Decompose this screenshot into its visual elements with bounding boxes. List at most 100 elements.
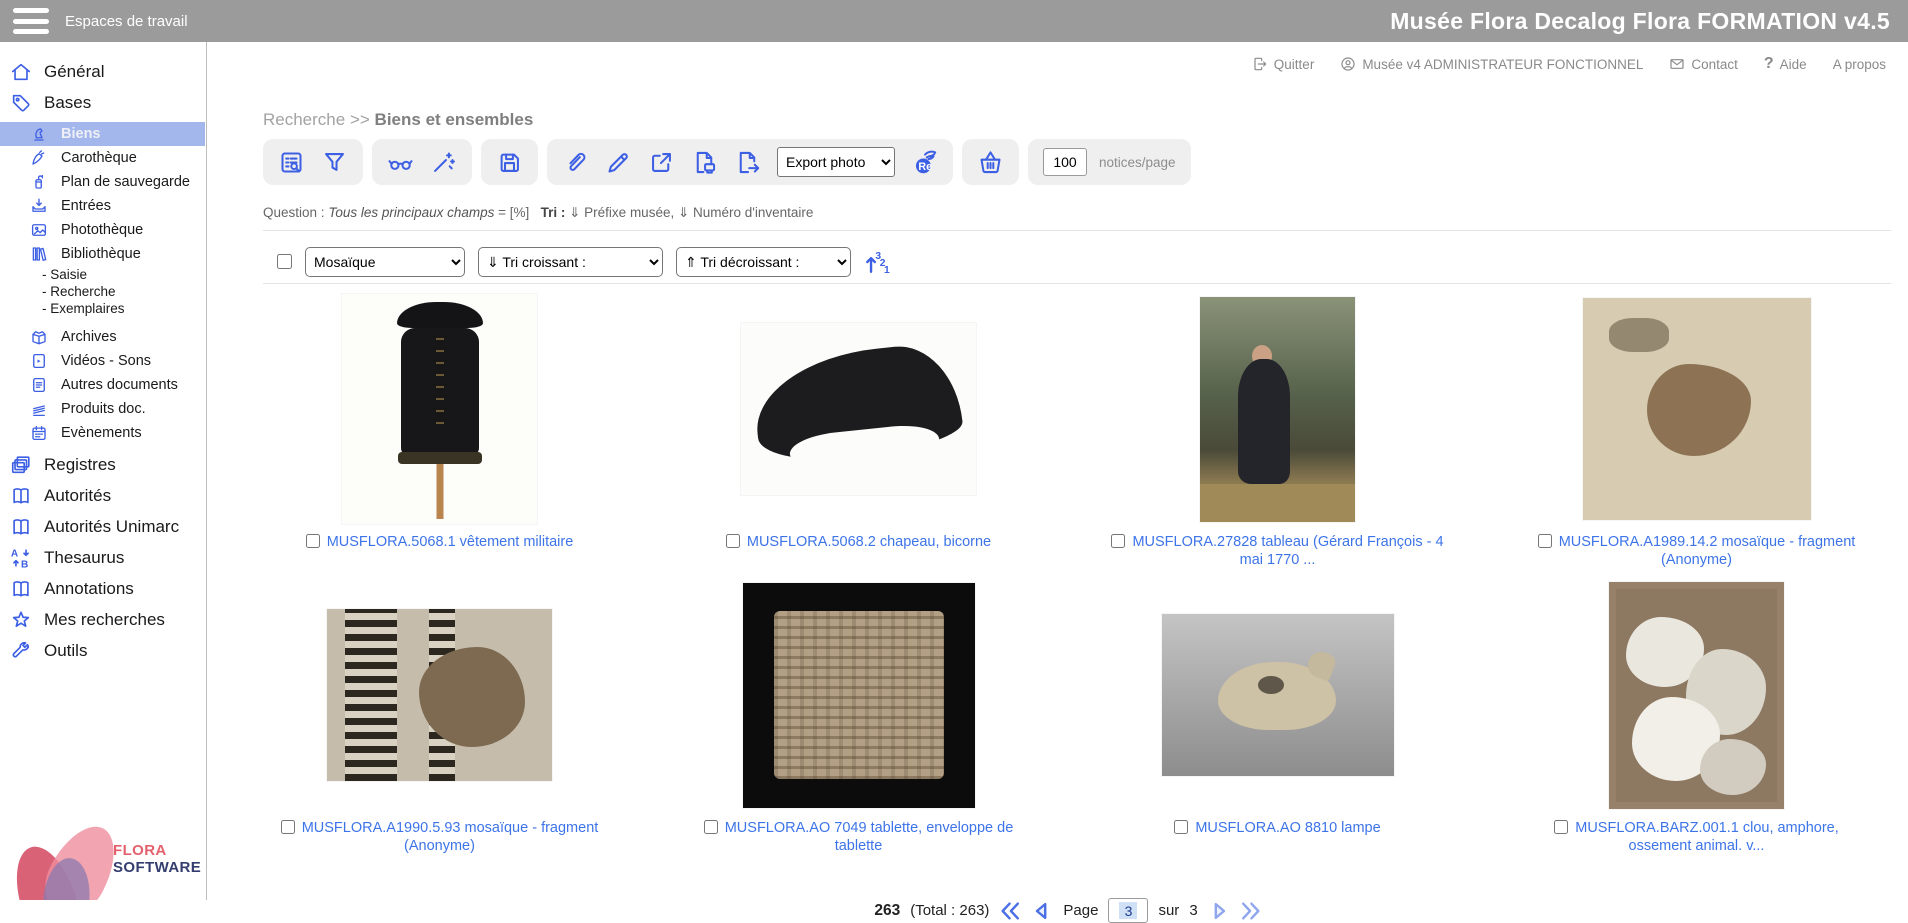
sidebar-item-bibliotheque[interactable]: Bibliothèque <box>0 242 206 266</box>
save-button[interactable] <box>496 149 523 176</box>
item-link[interactable]: MUSFLORA.5068.2 chapeau, bicorne <box>747 534 991 550</box>
sort-descending-select[interactable]: ⇑ Tri décroissant : <box>676 247 851 277</box>
display-list-search-button[interactable] <box>278 149 305 176</box>
item-caption: MUSFLORA.5068.1 vêtement militaire <box>306 533 574 551</box>
item-checkbox[interactable] <box>306 534 320 548</box>
page-of-label: sur <box>1158 902 1179 919</box>
sidebar-item-archives[interactable]: Archives <box>0 325 206 349</box>
item-thumbnail[interactable] <box>327 609 552 781</box>
about-button[interactable]: A propos <box>1833 57 1886 72</box>
quit-button[interactable]: Quitter <box>1252 56 1315 72</box>
sidebar-item-phototheque[interactable]: Photothèque <box>0 218 206 242</box>
sidebar-item-thesaurus[interactable]: Thesaurus <box>0 542 206 573</box>
sidebar-item-evenements[interactable]: Evènements <box>0 421 206 445</box>
item-thumbnail[interactable] <box>741 323 976 495</box>
sort-321-icon <box>864 249 890 275</box>
item-checkbox[interactable] <box>704 820 718 834</box>
magic-wand-button[interactable] <box>430 149 457 176</box>
item-caption: MUSFLORA.27828 tableau (Gérard François … <box>1105 533 1450 569</box>
flora-software-logo: FLORA SOFTWARE <box>0 785 207 900</box>
item-thumbnail[interactable] <box>1609 582 1784 809</box>
sidebar-item-plan-sauvegarde[interactable]: Plan de sauvegarde <box>0 170 206 194</box>
export-document-button[interactable] <box>734 149 761 176</box>
paper-stack-icon <box>30 400 48 418</box>
item-thumbnail[interactable] <box>1200 297 1355 522</box>
question-mark-icon: ? <box>1764 55 1774 73</box>
open-external-button[interactable] <box>648 149 675 176</box>
item-thumbnail[interactable] <box>1583 298 1811 520</box>
hamburger-menu-icon[interactable] <box>13 8 49 34</box>
item-thumbnail[interactable] <box>342 294 537 524</box>
item-link[interactable]: MUSFLORA.A1989.14.2 mosaïque - fragment … <box>1559 534 1856 568</box>
sort-order-button[interactable] <box>864 249 890 275</box>
item-checkbox[interactable] <box>1111 534 1125 548</box>
sidebar-item-biens[interactable]: Biens <box>0 122 205 146</box>
item-caption: MUSFLORA.AO 8810 lampe <box>1174 819 1380 837</box>
sidebar-item-general[interactable]: Général <box>0 56 206 87</box>
triangle-left-icon <box>1031 900 1053 922</box>
current-user[interactable]: Musée v4 ADMINISTRATEUR FONCTIONNEL <box>1340 56 1643 72</box>
item-link[interactable]: MUSFLORA.5068.1 vêtement militaire <box>327 534 574 550</box>
sort-ascending-select[interactable]: ⇓ Tri croissant : <box>478 247 663 277</box>
contact-button[interactable]: Contact <box>1669 56 1738 72</box>
item-thumbnail[interactable] <box>1162 614 1394 776</box>
sidebar-item-registres[interactable]: Registres <box>0 449 206 480</box>
sidebar-item-bases[interactable]: Bases <box>0 87 206 118</box>
workspace-label[interactable]: Espaces de travail <box>65 13 188 30</box>
notices-per-page-input[interactable] <box>1043 148 1087 176</box>
open-book-icon <box>10 516 32 538</box>
edit-button[interactable] <box>605 149 632 176</box>
toolbar: Export photo notices/page <box>263 139 1191 185</box>
sidebar-item-exemplaires[interactable]: - Exemplaires <box>0 300 206 317</box>
item-link[interactable]: MUSFLORA.A1990.5.93 mosaïque - fragment … <box>302 820 599 854</box>
result-card: MUSFLORA.AO 8810 lampe <box>1068 576 1487 862</box>
open-external-icon <box>648 149 675 176</box>
export-document-icon <box>734 149 761 176</box>
item-checkbox[interactable] <box>1538 534 1552 548</box>
windows-stack-icon <box>10 454 32 476</box>
item-link[interactable]: MUSFLORA.AO 7049 tablette, enveloppe de … <box>725 820 1014 854</box>
filter-button[interactable] <box>321 149 348 176</box>
item-checkbox[interactable] <box>1554 820 1568 834</box>
export-photo-select[interactable]: Export photo <box>777 147 895 177</box>
next-page-button[interactable] <box>1208 900 1230 922</box>
breadcrumb-section[interactable]: Recherche <box>263 110 345 129</box>
sidebar-item-videos-sons[interactable]: Vidéos - Sons <box>0 349 206 373</box>
sidebar-item-autorites-unimarc[interactable]: Autorités Unimarc <box>0 511 206 542</box>
last-page-button[interactable] <box>1240 900 1262 922</box>
item-checkbox[interactable] <box>726 534 740 548</box>
item-thumbnail[interactable] <box>743 583 975 808</box>
result-card: MUSFLORA.A1989.14.2 mosaïque - fragment … <box>1487 290 1906 576</box>
item-checkbox[interactable] <box>1174 820 1188 834</box>
view-button[interactable] <box>387 149 414 176</box>
sidebar-item-autorites[interactable]: Autorités <box>0 480 206 511</box>
logout-icon <box>1252 56 1268 72</box>
sidebar-item-carotheque[interactable]: Carothèque <box>0 146 206 170</box>
first-page-button[interactable] <box>999 900 1021 922</box>
view-mode-select[interactable]: Mosaïque <box>305 247 465 277</box>
sidebar-item-recherche[interactable]: - Recherche <box>0 283 206 300</box>
item-link[interactable]: MUSFLORA.27828 tableau (Gérard François … <box>1132 534 1443 568</box>
sidebar-item-outils[interactable]: Outils <box>0 635 206 666</box>
sidebar-item-mes-recherches[interactable]: Mes recherches <box>0 604 206 635</box>
video-file-icon <box>30 352 48 370</box>
wrench-icon <box>10 640 32 662</box>
sidebar-item-saisie[interactable]: - Saisie <box>0 266 206 283</box>
sidebar-item-entrees[interactable]: Entrées <box>0 194 206 218</box>
basket-icon <box>977 149 1004 176</box>
sidebar-item-autres-documents[interactable]: Autres documents <box>0 373 206 397</box>
page-number-input[interactable] <box>1108 898 1148 923</box>
print-document-button[interactable] <box>691 149 718 176</box>
basket-button[interactable] <box>977 149 1004 176</box>
previous-page-button[interactable] <box>1031 900 1053 922</box>
item-checkbox[interactable] <box>281 820 295 834</box>
sidebar-item-produits-doc[interactable]: Produits doc. <box>0 397 206 421</box>
select-all-checkbox[interactable] <box>277 254 292 269</box>
attach-button[interactable] <box>562 149 589 176</box>
re-bird-button[interactable] <box>911 149 938 176</box>
sidebar-item-annotations[interactable]: Annotations <box>0 573 206 604</box>
item-link[interactable]: MUSFLORA.BARZ.001.1 clou, amphore, ossem… <box>1575 820 1839 854</box>
item-link[interactable]: MUSFLORA.AO 8810 lampe <box>1195 820 1380 836</box>
item-caption: MUSFLORA.5068.2 chapeau, bicorne <box>726 533 991 551</box>
help-button[interactable]: ?Aide <box>1764 55 1807 73</box>
